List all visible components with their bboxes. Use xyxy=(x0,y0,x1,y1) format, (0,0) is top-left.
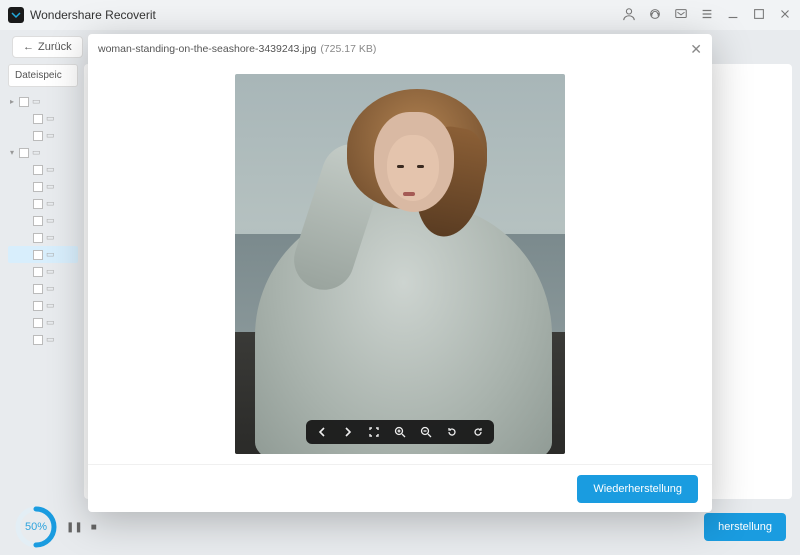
folder-icon: ▭ xyxy=(46,215,55,226)
folder-icon: ▭ xyxy=(46,249,55,260)
minimize-icon[interactable] xyxy=(726,7,740,24)
close-preview-icon[interactable]: ✕ xyxy=(690,41,702,58)
row-checkbox[interactable] xyxy=(33,250,43,260)
fullscreen-icon[interactable] xyxy=(368,426,380,438)
prev-image-icon[interactable] xyxy=(316,426,328,438)
tree-row[interactable]: ▭ xyxy=(8,161,78,178)
preview-header: woman-standing-on-the-seashore-3439243.j… xyxy=(88,34,712,64)
next-image-icon[interactable] xyxy=(342,426,354,438)
tree-row[interactable]: ▭ xyxy=(8,178,78,195)
tree-row[interactable]: ▭ xyxy=(8,314,78,331)
tree-row[interactable]: ▭ xyxy=(8,246,78,263)
back-button[interactable]: ← Zurück xyxy=(12,36,83,58)
row-checkbox[interactable] xyxy=(33,233,43,243)
app-title: Wondershare Recoverit xyxy=(30,8,156,22)
tree-row[interactable]: ▭ xyxy=(8,212,78,229)
image-toolbar xyxy=(306,420,494,444)
tree-row[interactable]: ▸▭ xyxy=(8,93,78,110)
folder-icon: ▭ xyxy=(46,164,55,175)
maximize-icon[interactable] xyxy=(752,7,766,24)
folder-icon: ▭ xyxy=(32,96,41,107)
row-checkbox[interactable] xyxy=(33,114,43,124)
row-checkbox[interactable] xyxy=(33,267,43,277)
zoom-in-icon[interactable] xyxy=(394,426,406,438)
folder-icon: ▭ xyxy=(46,283,55,294)
folder-icon: ▭ xyxy=(32,147,41,158)
preview-filesize: (725.17 KB) xyxy=(320,43,376,55)
feedback-icon[interactable] xyxy=(674,7,688,24)
progress-percent: 50 xyxy=(25,521,37,533)
photo-content xyxy=(235,74,565,454)
expand-arrow-icon[interactable]: ▾ xyxy=(10,148,16,157)
row-checkbox[interactable] xyxy=(33,216,43,226)
back-label: Zurück xyxy=(38,41,72,53)
arrow-left-icon: ← xyxy=(23,41,34,53)
account-icon[interactable] xyxy=(622,7,636,24)
pause-scan-icon[interactable]: ❚❚ xyxy=(66,522,83,533)
folder-icon: ▭ xyxy=(46,300,55,311)
tree-row[interactable]: ▭ xyxy=(8,263,78,280)
row-checkbox[interactable] xyxy=(19,148,29,158)
tree-row[interactable]: ▭ xyxy=(8,331,78,348)
row-checkbox[interactable] xyxy=(33,131,43,141)
zoom-out-icon[interactable] xyxy=(420,426,432,438)
tree-row[interactable]: ▭ xyxy=(8,127,78,144)
sidebar: Dateispeic ▸▭▭▭▾▭▭▭▭▭▭▭▭▭▭▭▭ xyxy=(8,64,78,499)
tree-row[interactable]: ▭ xyxy=(8,297,78,314)
preview-body xyxy=(88,64,712,464)
folder-icon: ▭ xyxy=(46,334,55,345)
row-checkbox[interactable] xyxy=(33,318,43,328)
expand-arrow-icon[interactable]: ▸ xyxy=(10,97,16,106)
progress-unit: % xyxy=(37,521,47,533)
folder-icon: ▭ xyxy=(46,198,55,209)
sidebar-tab[interactable]: Dateispeic xyxy=(8,64,78,87)
folder-icon: ▭ xyxy=(46,113,55,124)
folder-icon: ▭ xyxy=(46,232,55,243)
close-window-icon[interactable] xyxy=(778,7,792,24)
stop-scan-icon[interactable]: ■ xyxy=(91,522,97,533)
tree-row[interactable]: ▭ xyxy=(8,110,78,127)
preview-modal: woman-standing-on-the-seashore-3439243.j… xyxy=(88,34,712,512)
scan-progress-ring: 50% xyxy=(14,505,58,549)
recover-button[interactable]: Wiederherstellung xyxy=(577,475,698,503)
tree-row[interactable]: ▾▭ xyxy=(8,144,78,161)
row-checkbox[interactable] xyxy=(33,284,43,294)
row-checkbox[interactable] xyxy=(33,165,43,175)
support-icon[interactable] xyxy=(648,7,662,24)
file-tree: ▸▭▭▭▾▭▭▭▭▭▭▭▭▭▭▭▭ xyxy=(8,89,78,499)
folder-icon: ▭ xyxy=(46,130,55,141)
recover-button-main[interactable]: herstellung xyxy=(704,513,786,541)
preview-image xyxy=(235,74,565,454)
app-logo-icon xyxy=(8,7,24,23)
tree-row[interactable]: ▭ xyxy=(8,195,78,212)
folder-icon: ▭ xyxy=(46,317,55,328)
row-checkbox[interactable] xyxy=(19,97,29,107)
folder-icon: ▭ xyxy=(46,266,55,277)
menu-icon[interactable] xyxy=(700,7,714,24)
row-checkbox[interactable] xyxy=(33,335,43,345)
rotate-right-icon[interactable] xyxy=(472,426,484,438)
row-checkbox[interactable] xyxy=(33,301,43,311)
titlebar: Wondershare Recoverit xyxy=(0,0,800,30)
folder-icon: ▭ xyxy=(46,181,55,192)
row-checkbox[interactable] xyxy=(33,199,43,209)
tree-row[interactable]: ▭ xyxy=(8,280,78,297)
rotate-left-icon[interactable] xyxy=(446,426,458,438)
row-checkbox[interactable] xyxy=(33,182,43,192)
preview-footer: Wiederherstellung xyxy=(88,464,712,512)
tree-row[interactable]: ▭ xyxy=(8,229,78,246)
preview-filename: woman-standing-on-the-seashore-3439243.j… xyxy=(98,43,316,55)
